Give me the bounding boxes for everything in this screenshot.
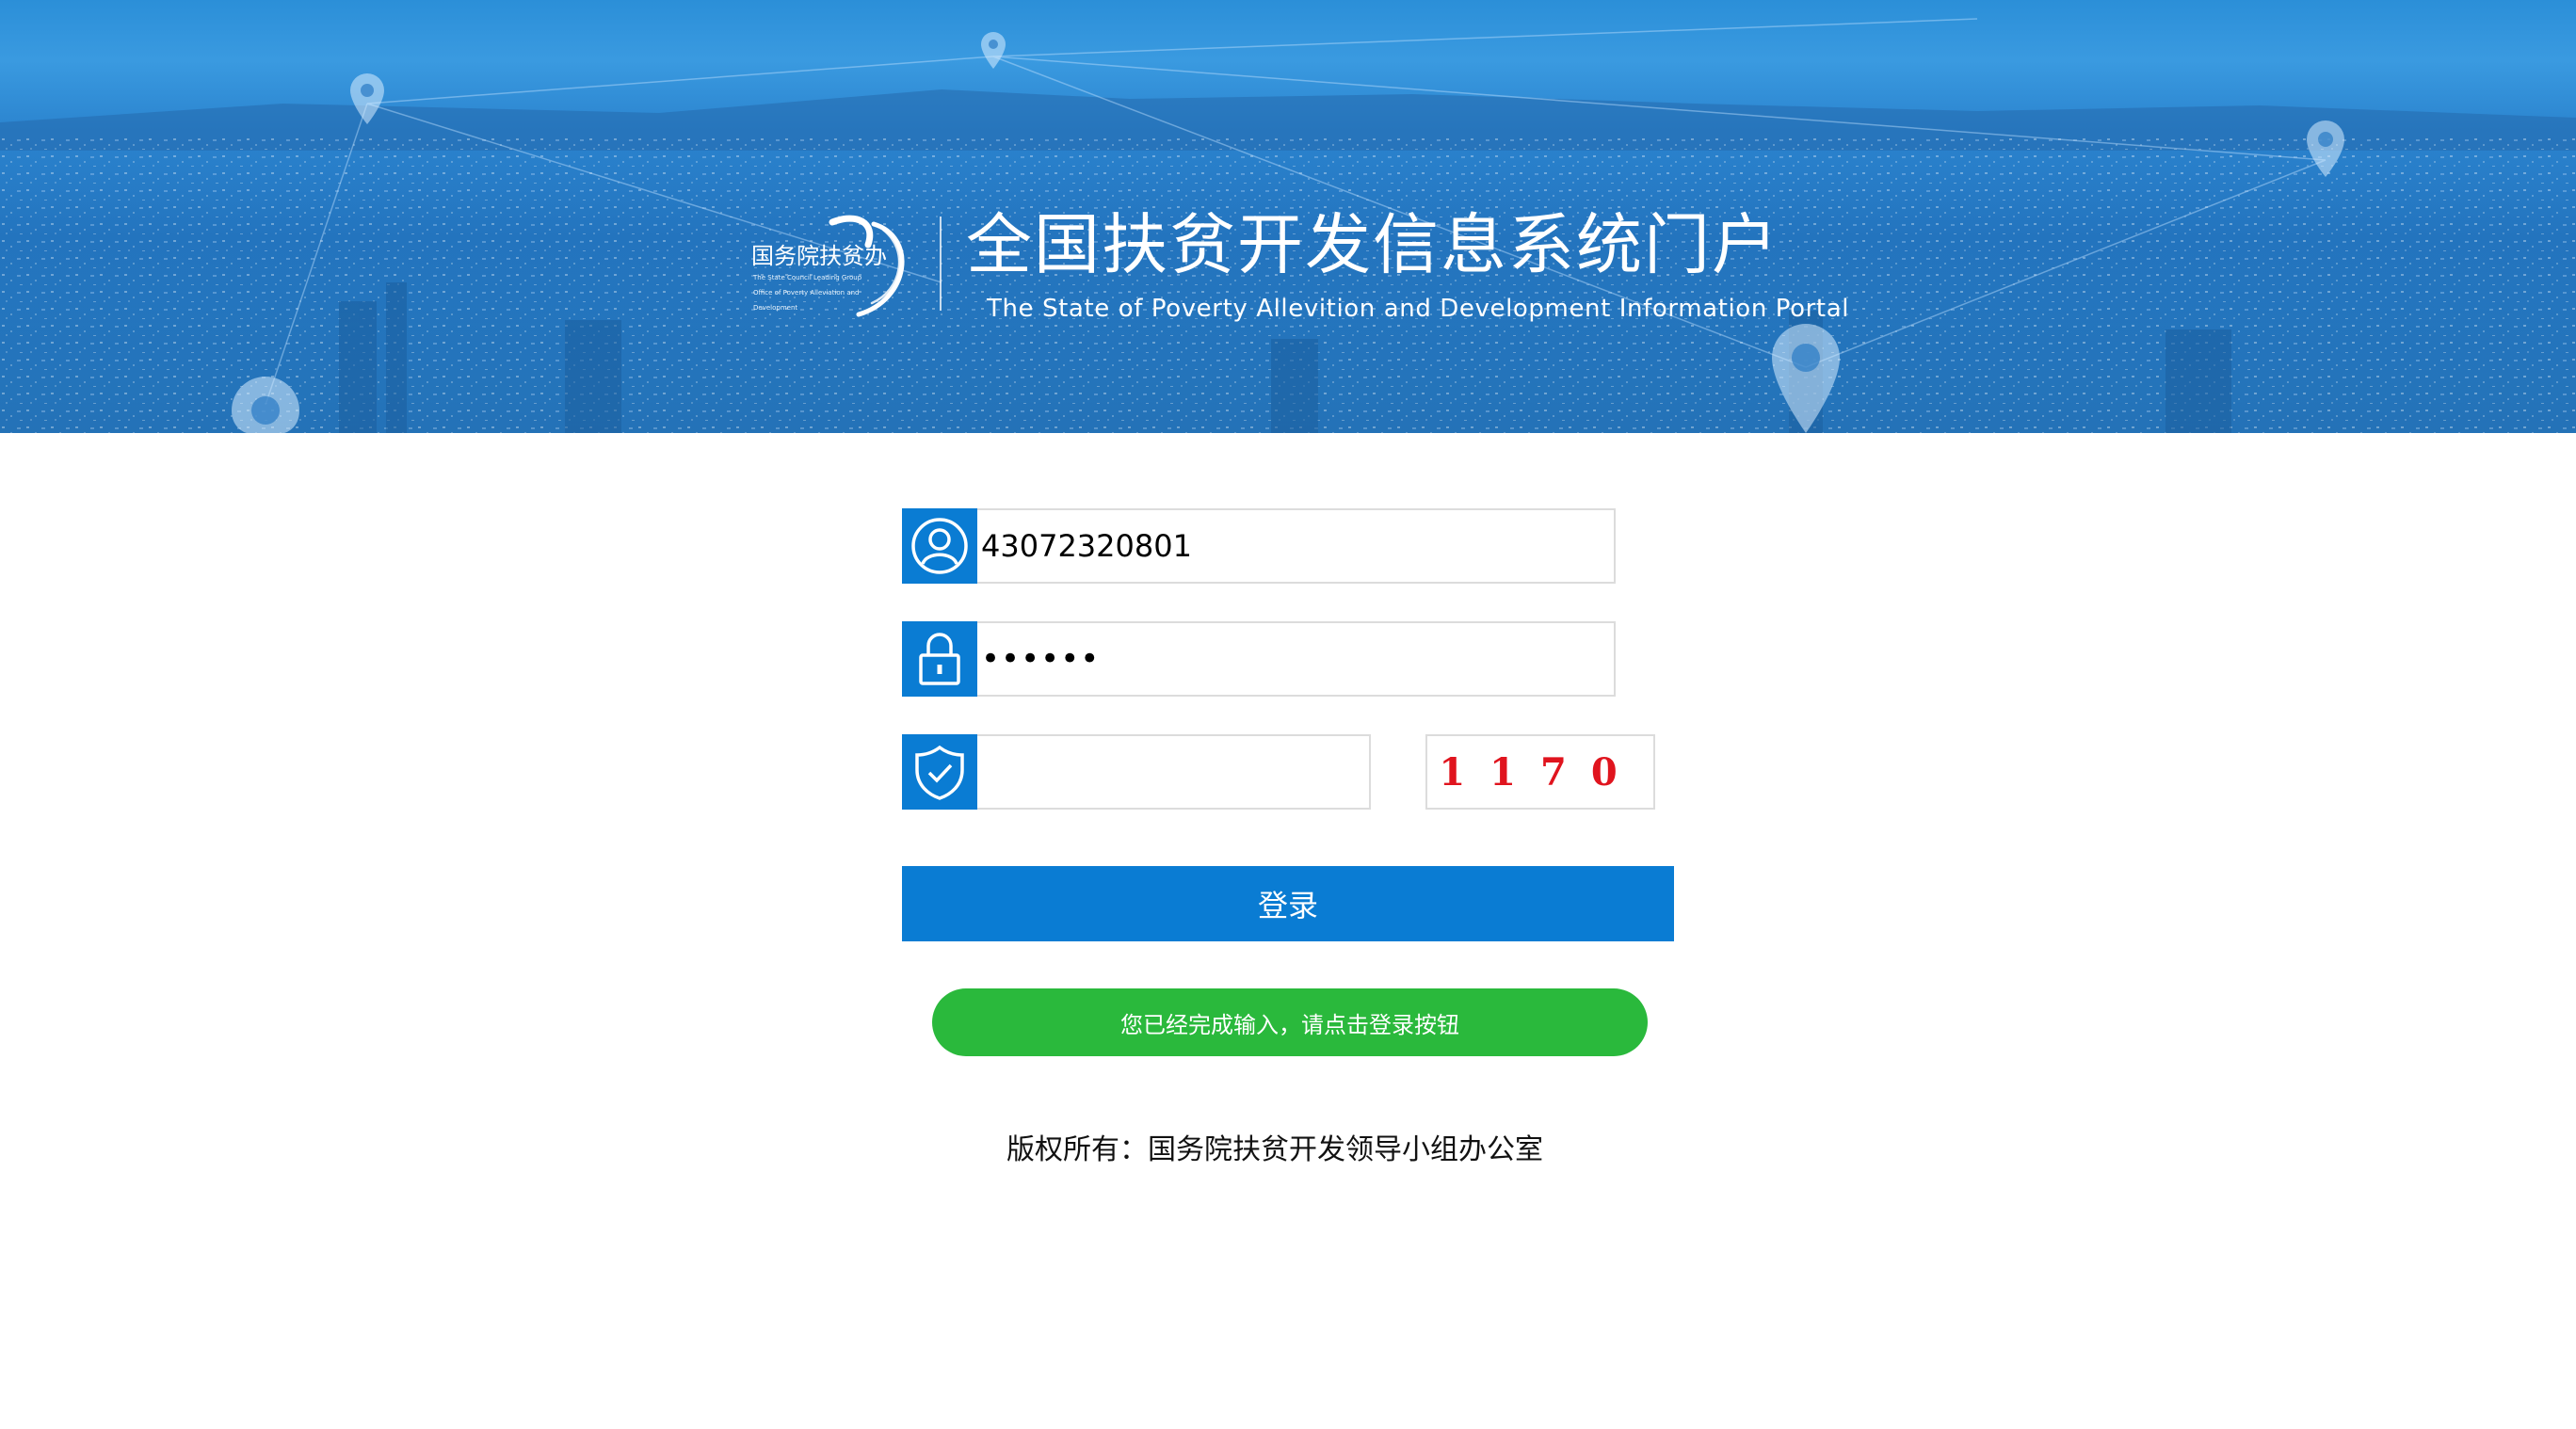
logo-subtitle-line: Development: [753, 304, 798, 312]
portal-title: 全国扶贫开发信息系统门户: [966, 206, 1779, 283]
logo-subtitle-line: The State Council Leading Group: [753, 274, 862, 281]
verification-row: 1170: [902, 734, 1655, 810]
status-message: 您已经完成输入，请点击登录按钮: [932, 988, 1648, 1056]
logo-subtitle-line: Office of Poverty Alleviation and: [753, 289, 860, 297]
captcha-text: 1170: [1439, 749, 1642, 795]
username-row: [902, 508, 1655, 584]
user-icon: [902, 508, 977, 584]
header-banner: 国务院扶贫办 The State Council Leading Group O…: [0, 0, 2576, 433]
logo: 国务院扶贫办 The State Council Leading Group O…: [751, 209, 911, 320]
shield-check-icon: [902, 734, 977, 810]
logo-text: 国务院扶贫办: [751, 243, 887, 269]
lock-icon: [902, 621, 977, 697]
logo-divider: [940, 217, 942, 311]
login-button[interactable]: 登录: [902, 866, 1674, 941]
password-row: [902, 621, 1655, 697]
copyright-text: 版权所有：国务院扶贫开发领导小组办公室: [1006, 1133, 1543, 1166]
captcha-image[interactable]: 1170: [1425, 734, 1655, 810]
username-input[interactable]: [977, 508, 1616, 584]
password-input[interactable]: [977, 621, 1616, 697]
portal-title-en: The State of Poverty Allevition and Deve…: [987, 295, 1850, 323]
captcha-input[interactable]: [977, 734, 1371, 810]
